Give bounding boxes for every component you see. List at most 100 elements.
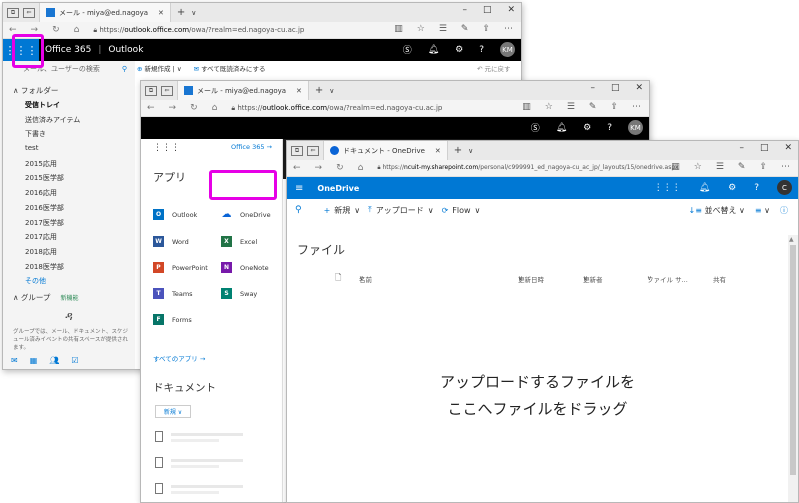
folder-item[interactable]: 下書き [3,127,135,142]
folder-item[interactable]: 2015医学部 [3,171,135,186]
app-launcher-icon[interactable]: ⋮⋮⋮ [654,183,681,193]
people-icon[interactable]: 👥︎ [49,356,59,365]
notification-bell-icon[interactable]: 🔔︎ [556,123,567,133]
column-modified-by[interactable]: 更新者 ∨ [583,274,603,284]
folder-item[interactable]: 2018医学部 [3,260,135,275]
pen-icon[interactable]: ✎ [589,102,597,112]
recent-document-placeholder[interactable] [155,483,275,497]
help-icon[interactable]: ? [754,183,759,193]
flow-button[interactable]: ⟳ Flow ∨ [442,206,481,215]
folder-item[interactable]: 2017応用 [3,230,135,245]
skype-icon[interactable]: Ⓢ [403,43,412,56]
maximize-button[interactable]: □ [760,143,769,153]
upload-button[interactable]: ⤒ アップロード ∨ [368,205,433,216]
file-type-icon[interactable]: 🗋 [335,272,341,286]
favorites-hub-icon[interactable]: ☰ [567,102,575,112]
refresh-icon[interactable]: ↻ [52,25,60,35]
folder-item[interactable]: 2015応用 [3,157,135,172]
maximize-button[interactable]: □ [483,5,492,15]
tasks-icon[interactable]: ☑ [71,356,78,365]
search-icon[interactable]: ⚲ [295,205,302,215]
skype-icon[interactable]: Ⓢ [531,121,540,134]
folder-item[interactable]: 2016応用 [3,186,135,201]
minimize-button[interactable]: – [590,83,595,93]
new-tab-button[interactable]: + [315,85,323,96]
tab-outlook[interactable]: メール - miya@ed.nagoya ✕ [39,3,171,22]
app-tile-excel[interactable]: X Excel [221,236,257,247]
app-tile-forms[interactable]: F Forms [153,314,192,325]
info-icon[interactable]: ⓘ [780,205,788,216]
sort-button[interactable]: ↓≡ 並べ替え ∨ [689,205,745,216]
calendar-icon[interactable]: ▦ [30,356,38,365]
forward-icon[interactable]: → [169,103,177,113]
user-avatar[interactable]: C [777,180,792,195]
column-modified[interactable]: 更新日時 ∨ [518,274,544,284]
share-icon[interactable]: ⇪ [482,24,490,34]
view-options-button[interactable]: ≡ ∨ [755,206,770,215]
scroll-up-icon[interactable]: ▲ [789,236,794,243]
minimize-button[interactable]: – [739,143,744,153]
address-bar[interactable]: 🔒︎ https://ncuit-my.sharepoint.com/perso… [377,164,678,172]
reading-view-icon[interactable]: ▥ [394,24,403,34]
forward-icon[interactable]: → [315,163,323,173]
mark-all-read-button[interactable]: ✉ すべて既読済みにする [194,63,266,73]
favorites-hub-icon[interactable]: ☰ [439,24,447,34]
tab-onedrive[interactable]: ドキュメント - OneDrive ✕ [323,141,448,160]
recent-document-placeholder[interactable] [155,457,275,471]
pen-icon[interactable]: ✎ [738,162,746,172]
help-icon[interactable]: ? [479,45,484,55]
pen-icon[interactable]: ✎ [461,24,469,34]
tab-outlook[interactable]: メール - miya@ed.nagoya ✕ [177,81,309,100]
share-icon[interactable]: ⇪ [610,102,618,112]
back-icon[interactable]: ← [147,103,155,113]
close-window-button[interactable]: ✕ [784,143,792,153]
new-button[interactable]: + 新規 ∨ [324,205,361,216]
maximize-button[interactable]: □ [611,83,620,93]
groups-header[interactable]: ∧ グループ 新機能 [3,289,135,305]
set-aside-tabs-icon[interactable]: ⇐ [307,145,319,156]
onedrive-title[interactable]: OneDrive [317,184,359,193]
refresh-icon[interactable]: ↻ [190,103,198,113]
app-tile-sway[interactable]: S Sway [221,288,257,299]
more-icon[interactable]: ⋯ [504,24,513,34]
user-avatar[interactable]: KM [628,120,643,135]
app-tile-powerpoint[interactable]: P PowerPoint [153,262,208,273]
address-bar[interactable]: 🔒︎ https://outlook.office.com/owa/?realm… [231,104,442,113]
new-tab-button[interactable]: + [177,7,185,18]
chevron-down-icon[interactable]: ∨ [329,87,334,95]
vertical-scrollbar[interactable]: ▲ [788,235,798,502]
set-aside-tabs-icon[interactable]: ⇐ [23,7,35,18]
reading-view-icon[interactable]: ▥ [522,102,531,112]
tab-list-icon[interactable]: ⧉ [7,7,19,18]
column-sharing[interactable]: 共有 [713,274,726,284]
app-tile-teams[interactable]: T Teams [153,288,193,299]
close-window-button[interactable]: ✕ [635,83,643,93]
recent-document-placeholder[interactable] [155,431,275,445]
close-tab-icon[interactable]: ✕ [158,9,164,17]
help-icon[interactable]: ? [607,123,612,133]
settings-gear-icon[interactable]: ⚙ [583,123,591,133]
mail-icon[interactable]: ✉ [11,356,18,365]
chevron-down-icon[interactable]: ∨ [191,9,196,17]
tab-list-icon[interactable]: ⧉ [291,145,303,156]
folder-item[interactable]: 2018応用 [3,245,135,260]
search-icon[interactable]: ⚲ [122,65,127,73]
more-icon[interactable]: ⋯ [632,102,641,112]
close-tab-icon[interactable]: ✕ [296,87,302,95]
app-tile-onenote[interactable]: N OneNote [221,262,269,273]
folder-item[interactable]: 2017医学部 [3,216,135,231]
more-folders-link[interactable]: その他 [3,274,135,289]
notification-bell-icon[interactable]: 🔔︎ [699,183,710,193]
app-tile-onedrive[interactable]: ☁ OneDrive [221,209,271,220]
app-tile-word[interactable]: W Word [153,236,189,247]
home-icon[interactable]: ⌂ [74,25,80,35]
favorites-hub-icon[interactable]: ☰ [716,162,724,172]
undo-button[interactable]: ↶ 元に戻す [477,63,511,73]
user-avatar[interactable]: KM [500,42,515,57]
close-window-button[interactable]: ✕ [507,5,515,15]
address-bar[interactable]: 🔒︎ https://outlook.office.com/owa/?realm… [93,26,304,35]
minimize-button[interactable]: – [462,5,467,15]
set-aside-tabs-icon[interactable]: ⇐ [161,85,173,96]
reading-view-icon[interactable]: ▥ [671,162,680,172]
folder-item[interactable]: 2016医学部 [3,201,135,216]
